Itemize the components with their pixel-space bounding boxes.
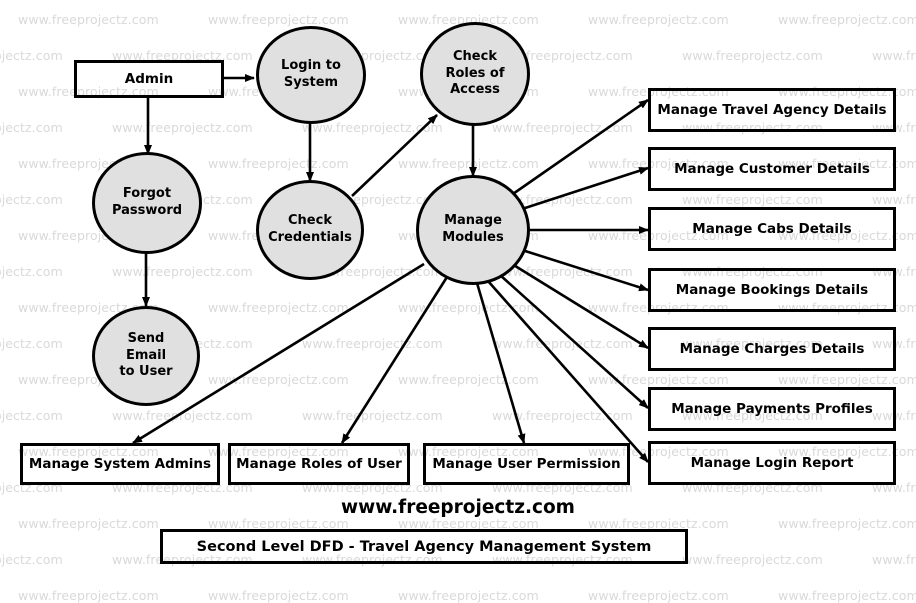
store-manage-login-report[interactable]: Manage Login Report (648, 441, 896, 485)
store-manage-payments-profiles[interactable]: Manage Payments Profiles (648, 387, 896, 431)
store-manage-cabs-details[interactable]: Manage Cabs Details (648, 207, 896, 251)
store-label: Manage Login Report (690, 455, 854, 471)
process-check-roles-of-access[interactable]: Check Roles of Access (420, 22, 530, 126)
store-manage-system-admins[interactable]: Manage System Admins (20, 443, 220, 485)
store-label: Manage Travel Agency Details (657, 102, 887, 118)
process-check-credentials[interactable]: Check Credentials (256, 180, 364, 280)
process-forgot-password[interactable]: Forgot Password (92, 152, 202, 254)
watermark-text: www.freeprojectz.com (588, 588, 729, 603)
diagram-caption: Second Level DFD - Travel Agency Managem… (160, 529, 688, 564)
process-check-credentials-label: Check Credentials (268, 213, 352, 245)
store-manage-roles-of-user[interactable]: Manage Roles of User (228, 443, 410, 485)
store-manage-charges-details[interactable]: Manage Charges Details (648, 327, 896, 371)
watermark-text: www.freeprojectz.com (778, 588, 916, 603)
store-label: Manage System Admins (28, 456, 212, 472)
entity-admin[interactable]: Admin (74, 60, 224, 98)
store-label: Manage Customer Details (674, 161, 870, 177)
store-manage-bookings-details[interactable]: Manage Bookings Details (648, 268, 896, 312)
store-label: Manage Charges Details (679, 341, 865, 357)
site-name-label: www.freeprojectz.com (341, 497, 575, 518)
process-manage-modules-label: Manage Modules (442, 213, 504, 245)
store-manage-customer-details[interactable]: Manage Customer Details (648, 147, 896, 191)
entity-admin-label: Admin (124, 71, 174, 87)
store-label: Manage Cabs Details (692, 221, 852, 237)
diagram-caption-text: Second Level DFD - Travel Agency Managem… (196, 538, 652, 555)
process-send-email-to-user[interactable]: Send Email to User (92, 306, 200, 406)
dfd-diagram-canvas: www.freeprojectz.com www.freeprojectz.com… (0, 0, 916, 603)
process-manage-modules[interactable]: Manage Modules (416, 175, 530, 285)
store-manage-travel-agency-details[interactable]: Manage Travel Agency Details (648, 88, 896, 132)
store-manage-user-permission[interactable]: Manage User Permission (423, 443, 630, 485)
process-send-email-to-user-label: Send Email to User (119, 331, 173, 380)
store-label: Manage User Permission (432, 456, 621, 472)
watermark-text: www.freeprojectz.com (18, 588, 159, 603)
store-label: Manage Payments Profiles (671, 401, 873, 417)
store-label: Manage Bookings Details (675, 282, 869, 298)
process-check-roles-of-access-label: Check Roles of Access (445, 49, 505, 98)
process-login-to-system[interactable]: Login to System (256, 26, 366, 124)
watermark-text: www.freeprojectz.com (208, 588, 349, 603)
watermark-text: www.freeprojectz.com (398, 588, 539, 603)
process-login-to-system-label: Login to System (281, 58, 341, 90)
process-forgot-password-label: Forgot Password (111, 186, 183, 218)
store-label: Manage Roles of User (236, 456, 402, 472)
